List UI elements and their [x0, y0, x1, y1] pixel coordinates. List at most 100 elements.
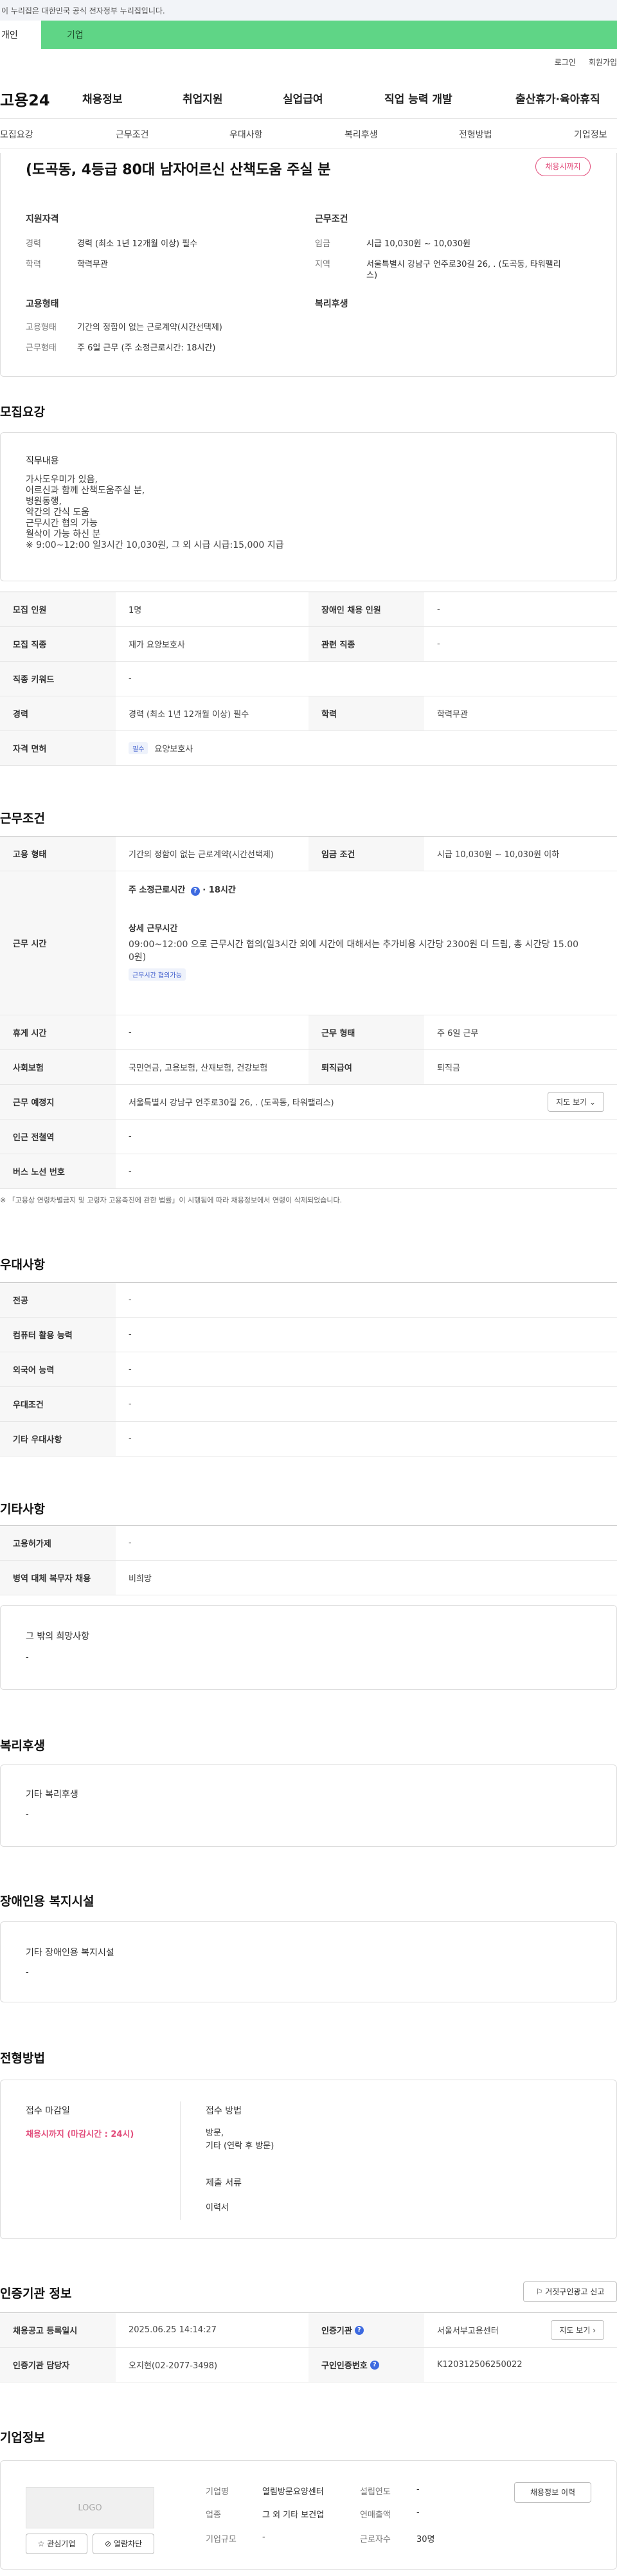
recruit-section-title: 모집요강 — [0, 405, 45, 419]
tab-screening[interactable]: 전형방법 — [459, 128, 492, 141]
block-view-button[interactable]: ⊘ 열람차단 — [93, 2534, 154, 2554]
job-desc-heading: 직무내용 — [26, 456, 59, 466]
table-row: 고용허가제 - — [0, 1526, 617, 1561]
company-name-label: 기업명 — [206, 2487, 229, 2497]
table-row: 근무 시간 주 소정근로시간 ? · 18시간 상세 근무시간 09:00~12… — [0, 871, 617, 1015]
row-label: 채용공고 등록일시 — [0, 2313, 116, 2347]
row-value: 주 6일 근무 — [437, 1029, 479, 1039]
org-label: 인증기관 — [321, 2327, 352, 2336]
other-wishes-value: - — [26, 1653, 29, 1662]
job-desc-line: 약간의 간식 도움 — [26, 507, 90, 518]
row-label: 근무 시간 — [0, 871, 116, 1015]
info-icon[interactable]: ? — [370, 2360, 379, 2370]
qualification-heading: 지원자격 — [26, 214, 59, 224]
row-label: 퇴직급여 — [308, 1050, 424, 1084]
recruit-history-button[interactable]: 채용정보 이력 — [514, 2482, 591, 2503]
pref-table: 전공 - 컴퓨터 활용 능력 - 외국어 능력 - 우대조건 - 기타 우대사항 - — [0, 1282, 617, 1456]
report-icon: ⚐ — [535, 2287, 543, 2296]
negotiable-badge: 근무시간 협의가능 — [129, 968, 186, 981]
staff-label: 근로자수 — [360, 2535, 391, 2544]
employment-type-value: 기간의 정함이 없는 근로계약(시간선택제) — [77, 323, 222, 332]
row-label: 컴퓨터 활용 능력 — [0, 1318, 116, 1352]
job-desc-line: ※ 9:00~12:00 일3시간 10,030원, 그 외 시급 시급:15,… — [26, 540, 284, 550]
screening-section-title: 전형방법 — [0, 2051, 45, 2065]
org-map-button[interactable]: 지도 보기 › — [551, 2320, 604, 2340]
tab-company[interactable]: 기업 — [41, 21, 617, 49]
weekly-hours: 주 소정근로시간 ? · 18시간 — [129, 885, 236, 896]
tab-recruit[interactable]: 모집요강 — [0, 128, 33, 141]
disabled-other-heading: 기타 장애인용 복지시설 — [26, 1948, 114, 1958]
sales-label: 연매출액 — [360, 2510, 391, 2520]
row-label: 근무 예정지 — [0, 1085, 116, 1119]
region-label: 지역 — [315, 260, 330, 269]
tab-personal[interactable]: 개인 — [0, 21, 41, 49]
row-value: - — [129, 1166, 132, 1176]
gnb-item-vocational-training[interactable]: 직업 능력 개발 — [384, 90, 452, 106]
welfare-other-value: - — [26, 1810, 29, 1819]
other-wishes-box — [0, 1605, 617, 1690]
report-fake-ad-button[interactable]: ⚐ 거짓구인광고 신고 — [523, 2281, 617, 2302]
table-row: 병역 대체 복무자 채용 비희망 — [0, 1561, 617, 1595]
weekly-hours-label: 주 소정근로시간 — [129, 885, 186, 895]
table-row: 경력 경력 (최소 1년 12개월 이상) 필수 학력 학력무관 — [0, 696, 617, 731]
condition-heading: 근무조건 — [315, 214, 348, 224]
table-row: 버스 노선 번호 - — [0, 1154, 617, 1189]
table-row: 근무 예정지 서울특별시 강남구 언주로30길 26, . (도곡동, 타워팰리… — [0, 1085, 617, 1120]
site-logo[interactable]: 고용24 — [0, 87, 50, 110]
favorite-label: 관심기업 — [47, 2539, 76, 2548]
user-type-tabs: 개인 기업 — [0, 21, 617, 49]
career-value: 경력 (최소 1년 12개월 이상) 필수 — [77, 239, 198, 249]
tab-work-conditions[interactable]: 근무조건 — [116, 128, 149, 141]
star-icon: ☆ — [37, 2539, 45, 2548]
job-desc-lines: 가사도우미가 있음, 어르신과 함께 산책도움주실 분, 병원동행, 약간의 간… — [26, 475, 283, 551]
row-value: 재가 요양보호사 — [129, 640, 185, 650]
docs-heading: 제출 서류 — [206, 2178, 242, 2188]
deadline-value: 채용시까지 (마감시간 : 24시) — [26, 2130, 134, 2139]
work-time-detail: 주 소정근로시간 ? · 18시간 상세 근무시간 09:00~12:00 으로… — [116, 871, 617, 1015]
gnb-item-jobs[interactable]: 채용정보 — [82, 90, 123, 106]
row-value: 서울서부고용센터 지도 보기 › — [424, 2313, 617, 2347]
tab-company[interactable]: 기업정보 — [574, 128, 607, 141]
join-link[interactable]: 회원가입 — [589, 57, 617, 68]
row-value: - — [437, 639, 440, 649]
disabled-section-title: 장애인용 복지시설 — [0, 1894, 94, 1909]
help-icon[interactable]: ? — [190, 887, 200, 896]
size-label: 기업규모 — [206, 2535, 237, 2544]
welfare-box — [0, 1764, 617, 1847]
pref-section-title: 우대사항 — [0, 1258, 45, 1272]
table-row: 기타 우대사항 - — [0, 1422, 617, 1456]
map-button[interactable]: 지도 보기 ⌄ — [548, 1092, 604, 1112]
table-row: 고용 형태 기간의 정함이 없는 근로계약(시간선택제) 임금 조건 시급 10… — [0, 837, 617, 871]
gnb-item-unemployment-benefit[interactable]: 실업급여 — [283, 90, 323, 106]
other-wishes-heading: 그 밖의 희망사항 — [26, 1631, 90, 1642]
detail-hours-label: 상세 근무시간 — [129, 924, 178, 934]
industry-label: 업종 — [206, 2510, 221, 2520]
job-desc-line: 가사도우미가 있음, — [26, 475, 98, 485]
row-label: 직종 키워드 — [0, 662, 116, 696]
method-value-cont: 기타 (연락 후 방문) — [206, 2141, 274, 2151]
tab-welfare[interactable]: 복리후생 — [344, 128, 378, 141]
gnb-item-employment-support[interactable]: 취업지원 — [183, 90, 223, 106]
company-section-title: 기업정보 — [0, 2431, 45, 2445]
job-desc-line: 근무시간 협의 가능 — [26, 518, 98, 529]
employment-type-label: 고용형태 — [26, 323, 57, 332]
row-label: 인증기관 담당자 — [0, 2348, 116, 2382]
tab-preferences[interactable]: 우대사항 — [229, 128, 263, 141]
detail-hours-value-cont: 0원) — [129, 952, 147, 963]
row-value: - — [129, 1132, 132, 1141]
row-value: - — [129, 674, 132, 684]
favorite-company-button[interactable]: ☆ 관심기업 — [26, 2534, 87, 2554]
row-label: 장애인 채용 인원 — [308, 592, 424, 626]
row-value: 2025.06.25 14:14:27 — [129, 2325, 217, 2335]
login-link[interactable]: 로그인 — [555, 57, 576, 68]
job-desc-line: 어르신과 함께 산책도움주실 분, — [26, 485, 145, 496]
etc-section-title: 기타사항 — [0, 1502, 45, 1516]
row-label: 임금 조건 — [308, 837, 424, 871]
row-label: 인증기관? — [308, 2313, 424, 2347]
gnb-item-parental-leave[interactable]: 출산휴가·육아휴직 — [515, 90, 600, 106]
utility-menu: 로그인 회원가입 — [0, 49, 617, 75]
row-label: 고용허가제 — [0, 1526, 116, 1560]
block-label: 열람차단 — [113, 2539, 143, 2548]
info-icon[interactable]: ? — [354, 2325, 364, 2335]
row-label: 버스 노선 번호 — [0, 1154, 116, 1188]
